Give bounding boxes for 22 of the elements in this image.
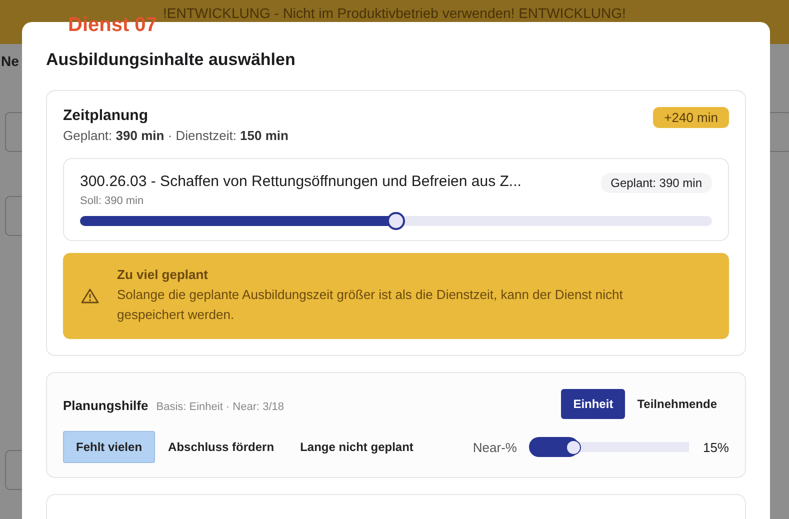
page-heading: Ne [1,53,19,69]
segment-button[interactable]: Teilnehmende [625,389,729,419]
filter-button[interactable]: Abschluss fördern [155,431,288,463]
overtime-badge: +240 min [653,107,729,128]
summary-text: Geplant: 390 min · Dienstzeit: 150 min [63,128,288,143]
warning-title: Zu viel geplant [117,267,210,282]
warning-icon [81,288,99,304]
slider-handle[interactable] [387,212,405,230]
filter-button[interactable]: Fehlt vielen [63,431,156,463]
segment-button[interactable]: Einheit [561,389,626,419]
dialog-title: Ausbildungsinhalte auswählen [46,50,296,70]
info-text: Basis: Einheit · Near: 3/18 [156,401,284,413]
banner-text: !ENTWICKLUNG - Nicht im Produktivbetrieb verwenden! ENTWICKLUNG! [163,5,626,21]
slider-label: Near-% [472,440,517,454]
item-title: 300.26.03 - Schaffen von Rettungsöffnungen und Befreien aus Z... [80,173,522,190]
section-title: Planungshilfe [63,398,148,413]
filter-button[interactable]: Lange nicht geplant [287,431,426,463]
section-title: Zeitplanung [63,107,149,124]
planned-chip: Geplant: 390 min [600,173,712,193]
target-text: Soll: 390 min [80,195,145,207]
warning-text: Solange die geplante Ausbildungszeit größer ist als die Dienstzeit, kann der Dienst nicht gespeichert werden. [117,286,624,324]
slider-value: 15% [702,440,729,454]
